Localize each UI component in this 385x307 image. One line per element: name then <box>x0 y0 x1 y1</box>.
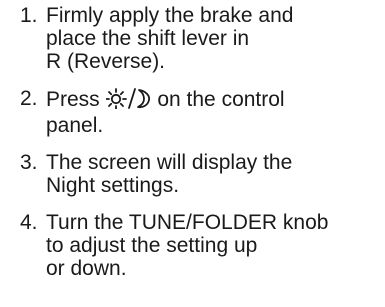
step-line: Turn the TUNE/FOLDER knob <box>46 211 329 234</box>
step-text: The screen will display the Night settin… <box>46 151 380 197</box>
step-2: 2. Press on the control panel. <box>20 87 380 137</box>
instruction-steps: 1. Firmly apply the brake and place the … <box>20 4 380 294</box>
step-4: 4. Turn the TUNE/FOLDER knob to adjust t… <box>20 211 380 280</box>
step-number: 4. <box>20 211 38 234</box>
step-text-after-icon: on the control <box>151 88 285 111</box>
step-text: Turn the TUNE/FOLDER knob to adjust the … <box>46 211 380 280</box>
step-number: 2. <box>20 87 38 110</box>
step-3: 3. The screen will display the Night set… <box>20 151 380 197</box>
step-line: The screen will display the <box>46 151 293 174</box>
step-number: 1. <box>20 4 38 27</box>
step-line: Night settings. <box>46 174 180 197</box>
step-line: or down. <box>46 257 127 280</box>
step-line: place the shift lever in <box>46 27 250 50</box>
step-line: panel. <box>46 114 104 137</box>
day-night-icon <box>105 87 152 114</box>
step-line: R (Reverse). <box>46 50 166 73</box>
step-text: Press on the control panel. <box>46 87 380 137</box>
step-line: Firmly apply the brake and <box>46 4 294 27</box>
step-1: 1. Firmly apply the brake and place the … <box>20 4 380 73</box>
step-number: 3. <box>20 151 38 174</box>
step-text-before-icon: Press <box>46 88 106 111</box>
step-text: Firmly apply the brake and place the shi… <box>46 4 380 73</box>
step-line: to adjust the setting up <box>46 234 258 257</box>
